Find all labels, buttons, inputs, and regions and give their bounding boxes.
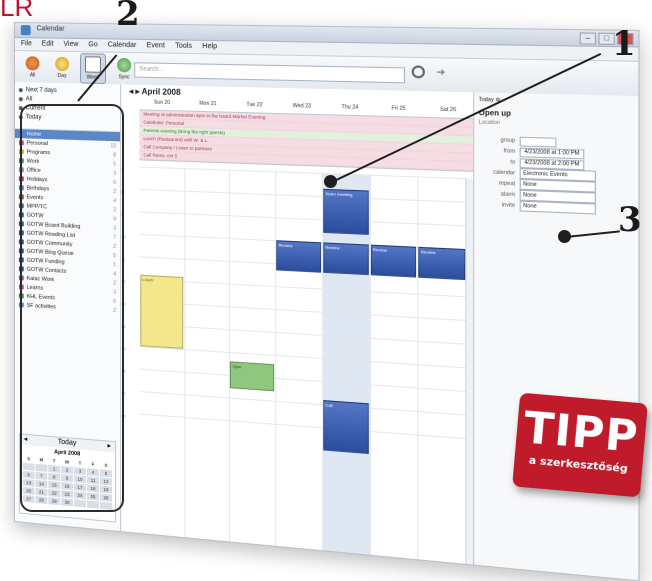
- hour-gridline: [139, 323, 474, 346]
- calendar-event[interactable]: Call: [323, 399, 369, 455]
- calendar-event[interactable]: Team meeting: [323, 189, 369, 236]
- bullet-icon: [18, 96, 23, 101]
- week-view: ◂ ▸ April 2008 Sun 20 Mon 21 Tue 22 Wed 23 T…: [121, 84, 474, 565]
- sync-button[interactable]: Sync: [112, 55, 136, 84]
- day-header[interactable]: Mon 21: [185, 100, 231, 112]
- calendar-event[interactable]: Review: [370, 244, 417, 278]
- sync-label: Sync: [118, 74, 130, 81]
- menu-help[interactable]: Help: [202, 41, 217, 54]
- day-header[interactable]: Tue 22: [231, 101, 278, 113]
- search-input[interactable]: Search...: [134, 62, 406, 84]
- calendar-app-icon: [20, 25, 31, 36]
- window-title: Calendar: [36, 25, 65, 33]
- tipp-badge: TIPP a szerkesztőség: [512, 392, 648, 498]
- day-gridline: [229, 169, 231, 542]
- menu-event[interactable]: Event: [147, 40, 165, 53]
- callout-1: 1: [612, 24, 636, 64]
- day-header[interactable]: Wed 23: [278, 103, 326, 115]
- prev-week-icon[interactable]: ◂ ▸: [129, 87, 141, 96]
- callout-3: 3: [618, 200, 642, 240]
- details-today-button[interactable]: Today: [479, 97, 494, 104]
- day-icon: [55, 56, 70, 72]
- calendar-event[interactable]: Lunch: [140, 274, 183, 349]
- hour-gridline: [139, 368, 474, 393]
- hour-gridline: [139, 346, 474, 369]
- corner-text: LR: [0, 0, 34, 22]
- event-field-label: invite: [501, 202, 516, 210]
- hour-gridline: [139, 301, 474, 322]
- week-icon: [84, 56, 101, 73]
- all-icon: [25, 56, 40, 71]
- event-field-value[interactable]: None: [519, 200, 596, 215]
- forward-icon[interactable]: ➜: [436, 67, 449, 80]
- event-field-value[interactable]: 4/23/2008 at 1:00 PM: [519, 146, 585, 159]
- event-fields: group from 4/23/2008 at 1:00 PM to 4/23/2008…: [479, 134, 634, 216]
- time-grid: 7 8 9 10 11 12 13 14 15 16 17 18 Team meeting Review…: [121, 166, 474, 564]
- day-button[interactable]: Day: [50, 54, 74, 83]
- day-header[interactable]: Thu 24: [326, 104, 374, 116]
- all-button[interactable]: All: [21, 53, 45, 82]
- event-location[interactable]: Location: [479, 119, 634, 130]
- day-header[interactable]: Sun 20: [139, 99, 185, 110]
- minimize-icon[interactable]: –: [579, 32, 596, 45]
- event-field-label: alarm: [500, 191, 516, 199]
- event-field-label: to: [510, 159, 516, 166]
- menu-edit[interactable]: Edit: [42, 38, 54, 50]
- calendar-event[interactable]: Review: [276, 240, 321, 273]
- all-label: All: [29, 72, 36, 79]
- week-view-scrollbar[interactable]: [465, 178, 474, 565]
- day-header[interactable]: Fri 25: [374, 105, 423, 117]
- hour-gridline: [139, 278, 474, 298]
- callout-3-dot: [558, 230, 571, 243]
- day-gridline: [417, 176, 419, 560]
- week-view-heading: April 2008: [141, 86, 181, 98]
- day-gridline: [275, 171, 277, 546]
- event-field-label: from: [503, 148, 516, 155]
- calendar-event[interactable]: Review: [418, 246, 466, 280]
- sidebar-highlight-outline: [20, 104, 124, 512]
- bullet-icon: [18, 87, 23, 92]
- hour-gridline: [139, 211, 474, 227]
- event-field-label: calendar: [493, 169, 516, 177]
- callout-1-dot: [324, 175, 337, 188]
- hour-gridline: [139, 391, 474, 417]
- menu-go[interactable]: Go: [88, 39, 97, 51]
- hour-gridline: [139, 188, 474, 204]
- all-day-events: Meeting at administration 6pm in the boa…: [139, 110, 474, 172]
- calendar-event[interactable]: Gym: [230, 361, 275, 392]
- event-field-label: repeat: [498, 180, 516, 188]
- menu-tools[interactable]: Tools: [175, 40, 192, 53]
- menu-file[interactable]: File: [21, 38, 32, 50]
- callout-2: 2: [116, 0, 140, 34]
- event-details-panel: Today ⚙ Open up Location groupfrom4/23/2…: [473, 92, 639, 581]
- day-label: Day: [57, 72, 67, 80]
- day-gridline: [369, 174, 371, 555]
- event-field-label: group: [500, 137, 516, 145]
- menu-view[interactable]: View: [63, 39, 78, 51]
- event-field-value[interactable]: [519, 136, 557, 148]
- hour-gridline: [139, 413, 474, 440]
- search-icon[interactable]: [411, 65, 425, 79]
- menu-calendar[interactable]: Calendar: [108, 39, 137, 52]
- day-gridline: [183, 168, 186, 538]
- sync-icon: [117, 57, 132, 73]
- calendar-event[interactable]: Review: [323, 242, 369, 275]
